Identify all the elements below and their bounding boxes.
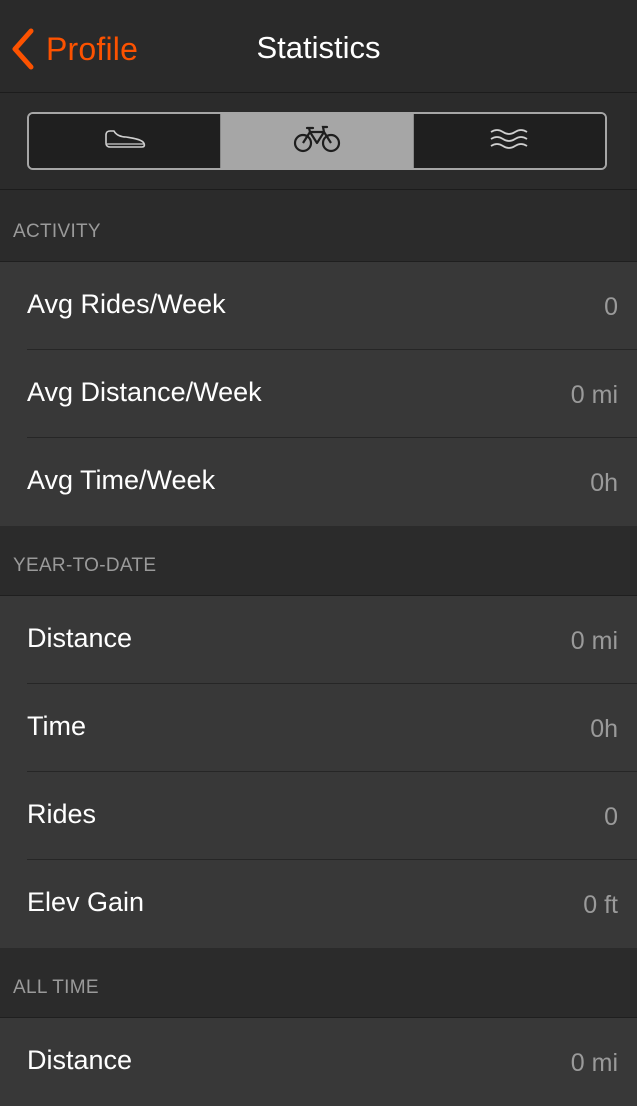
segment-run[interactable] (29, 114, 221, 168)
list-item[interactable]: Time 0h (0, 684, 637, 772)
stat-value: 0 (604, 803, 618, 831)
list-item[interactable]: Avg Rides/Week 0 (0, 262, 637, 350)
stat-value: 0 mi (570, 627, 618, 655)
sport-segmented-control (27, 112, 607, 170)
list-item[interactable]: Avg Time/Week 0h (0, 438, 637, 526)
stat-value: 0 ft (583, 891, 618, 919)
segment-ride[interactable] (220, 114, 413, 168)
list-item[interactable]: Distance 0 mi (0, 1018, 637, 1106)
stat-value: 0 mi (570, 381, 618, 409)
navigation-bar: Profile Statistics (0, 0, 637, 93)
stat-value: 0h (590, 469, 618, 497)
list-item[interactable]: Avg Distance/Week 0 mi (0, 350, 637, 438)
bicycle-icon (293, 124, 341, 159)
stat-label: Avg Rides/Week (27, 289, 226, 319)
section-header-all-time: ALL TIME (0, 948, 637, 1018)
section-title: ACTIVITY (13, 221, 101, 242)
stat-label: Distance (27, 623, 133, 653)
stat-value: 0 mi (570, 1049, 618, 1077)
page-title: Statistics (256, 30, 381, 65)
section-header-activity: ACTIVITY (0, 190, 637, 262)
section-header-year-to-date: YEAR-TO-DATE (0, 526, 637, 596)
stat-value: 0 (604, 293, 618, 321)
list-item[interactable]: Rides 0 (0, 772, 637, 860)
stat-label: Time (27, 711, 86, 741)
list-item[interactable]: Distance 0 mi (0, 596, 637, 684)
shoe-icon (102, 126, 148, 157)
section-title: ALL TIME (13, 977, 99, 998)
stat-label: Avg Time/Week (27, 465, 216, 495)
sport-selector-bar (0, 93, 637, 190)
section-title: YEAR-TO-DATE (13, 555, 157, 576)
all-time-stats-group: Distance 0 mi (0, 1018, 637, 1106)
water-waves-icon (489, 127, 529, 156)
stat-label: Elev Gain (27, 887, 145, 917)
list-item[interactable]: Elev Gain 0 ft (0, 860, 637, 948)
ytd-stats-group: Distance 0 mi Time 0h Rides 0 Elev Gain … (0, 596, 637, 948)
segment-swim[interactable] (412, 114, 605, 168)
stat-label: Distance (27, 1045, 133, 1075)
stat-label: Avg Distance/Week (27, 377, 262, 407)
stat-label: Rides (27, 799, 97, 829)
stat-value: 0h (590, 715, 618, 743)
activity-stats-group: Avg Rides/Week 0 Avg Distance/Week 0 mi … (0, 262, 637, 526)
